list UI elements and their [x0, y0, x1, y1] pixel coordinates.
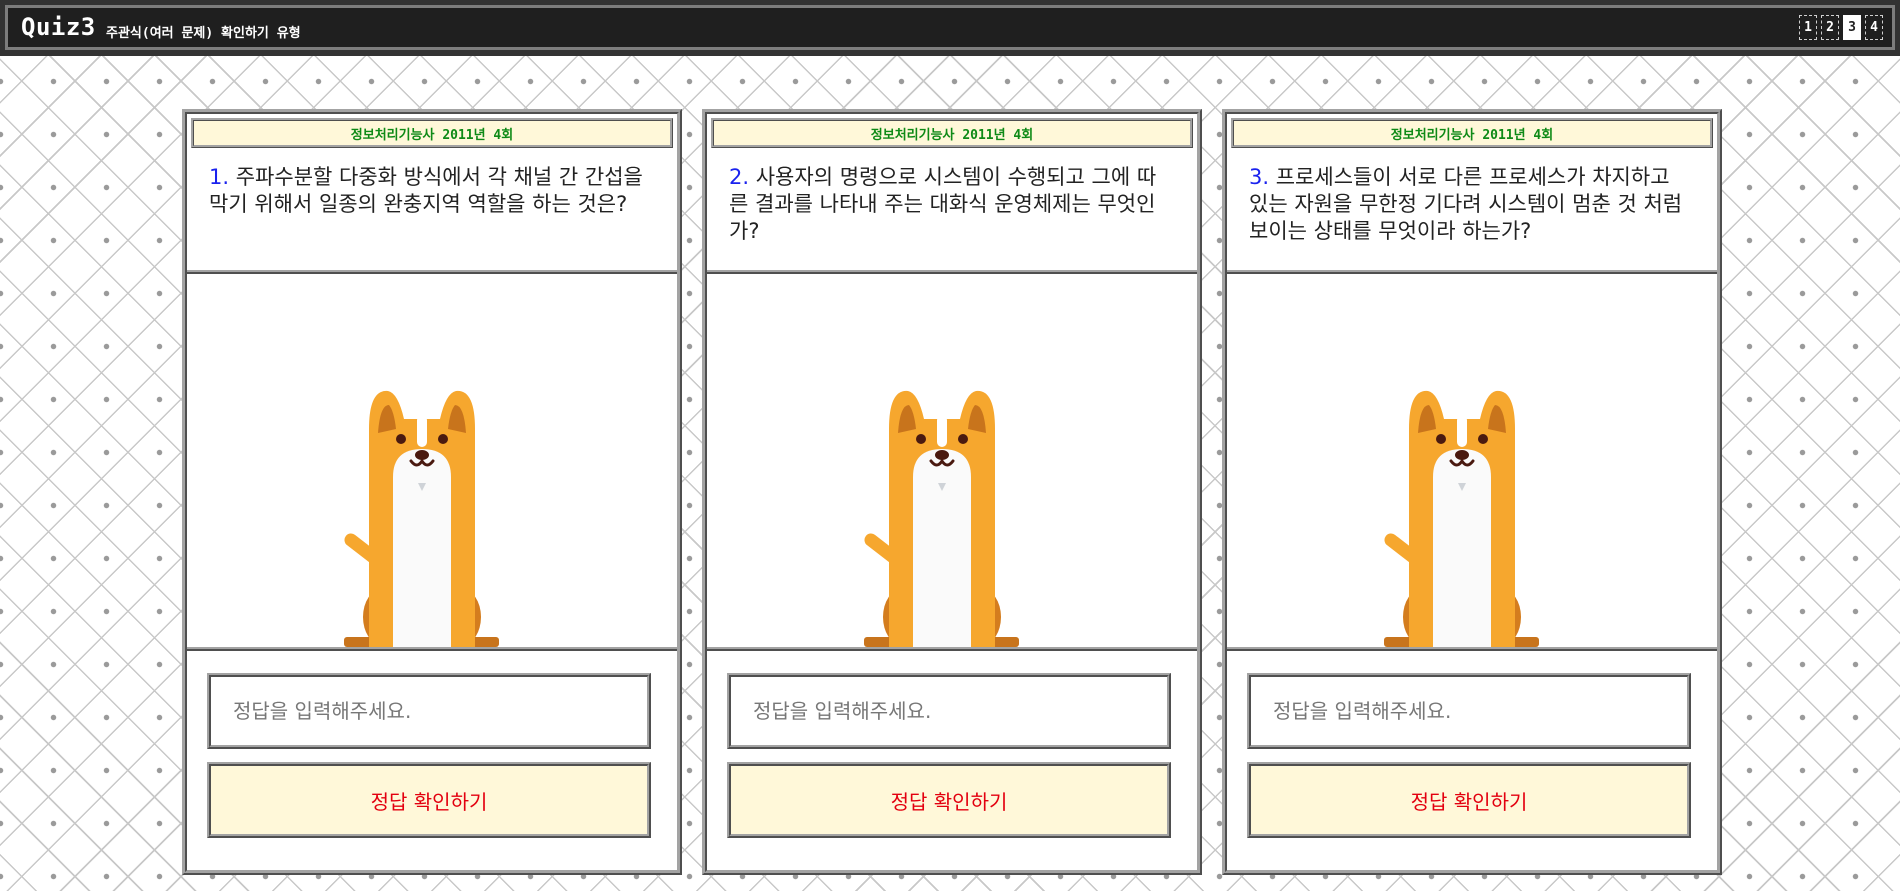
app-subtitle: 주관식(여러 문제) 확인하기 유형 [106, 26, 301, 41]
question-text: 1. 주파수분할 다중화 방식에서 각 채널 간 간섭을 막기 위해서 일종의 … [187, 148, 677, 274]
header-panel: Quiz3 주관식(여러 문제) 확인하기 유형 1 2 3 4 [5, 5, 1895, 50]
question-number: 1. [209, 165, 230, 189]
page-navigation: 1 2 3 4 [1799, 15, 1883, 40]
quiz-card-list: 정보처리기능사 2011년 4회 1. 주파수분할 다중화 방식에서 각 채널 … [182, 109, 1722, 875]
answer-input[interactable] [207, 673, 651, 749]
question-text: 2. 사용자의 명령으로 시스템이 수행되고 그에 따른 결과를 나타내 주는 … [707, 148, 1197, 274]
illustration-area [187, 274, 677, 651]
page-2-button[interactable]: 2 [1821, 15, 1839, 40]
top-bar: Quiz3 주관식(여러 문제) 확인하기 유형 1 2 3 4 [0, 0, 1900, 56]
answer-input[interactable] [727, 673, 1171, 749]
quiz-card: 정보처리기능사 2011년 4회 1. 주파수분할 다중화 방식에서 각 채널 … [182, 109, 682, 875]
dog-icon [1384, 390, 1539, 647]
exam-title: 정보처리기능사 2011년 4회 [1231, 118, 1713, 148]
quiz-card: 정보처리기능사 2011년 4회 3. 프로세스들이 서로 다른 프로세스가 차… [1222, 109, 1722, 875]
answer-area: 정답 확인하기 [1227, 651, 1717, 870]
question-number: 3. [1249, 165, 1270, 189]
question-body: 주파수분할 다중화 방식에서 각 채널 간 간섭을 막기 위해서 일종의 완충지… [209, 165, 643, 216]
page-4-button[interactable]: 4 [1865, 15, 1883, 40]
question-number: 2. [729, 165, 750, 189]
answer-area: 정답 확인하기 [187, 651, 677, 870]
check-answer-button[interactable]: 정답 확인하기 [727, 762, 1171, 838]
page-1-button[interactable]: 1 [1799, 15, 1817, 40]
check-answer-button[interactable]: 정답 확인하기 [207, 762, 651, 838]
page-3-button[interactable]: 3 [1843, 15, 1861, 40]
exam-title: 정보처리기능사 2011년 4회 [191, 118, 673, 148]
illustration-area [707, 274, 1197, 651]
exam-title: 정보처리기능사 2011년 4회 [711, 118, 1193, 148]
question-body: 프로세스들이 서로 다른 프로세스가 차지하고 있는 자원을 무한정 기다려 시… [1249, 165, 1683, 243]
dog-icon [344, 390, 499, 647]
question-text: 3. 프로세스들이 서로 다른 프로세스가 차지하고 있는 자원을 무한정 기다… [1227, 148, 1717, 274]
dog-icon [864, 390, 1019, 647]
illustration-area [1227, 274, 1717, 651]
question-body: 사용자의 명령으로 시스템이 수행되고 그에 따른 결과를 나타내 주는 대화식… [729, 165, 1157, 243]
answer-input[interactable] [1247, 673, 1691, 749]
quiz-card: 정보처리기능사 2011년 4회 2. 사용자의 명령으로 시스템이 수행되고 … [702, 109, 1202, 875]
answer-area: 정답 확인하기 [707, 651, 1197, 870]
check-answer-button[interactable]: 정답 확인하기 [1247, 762, 1691, 838]
app-logo: Quiz3 [21, 13, 96, 41]
